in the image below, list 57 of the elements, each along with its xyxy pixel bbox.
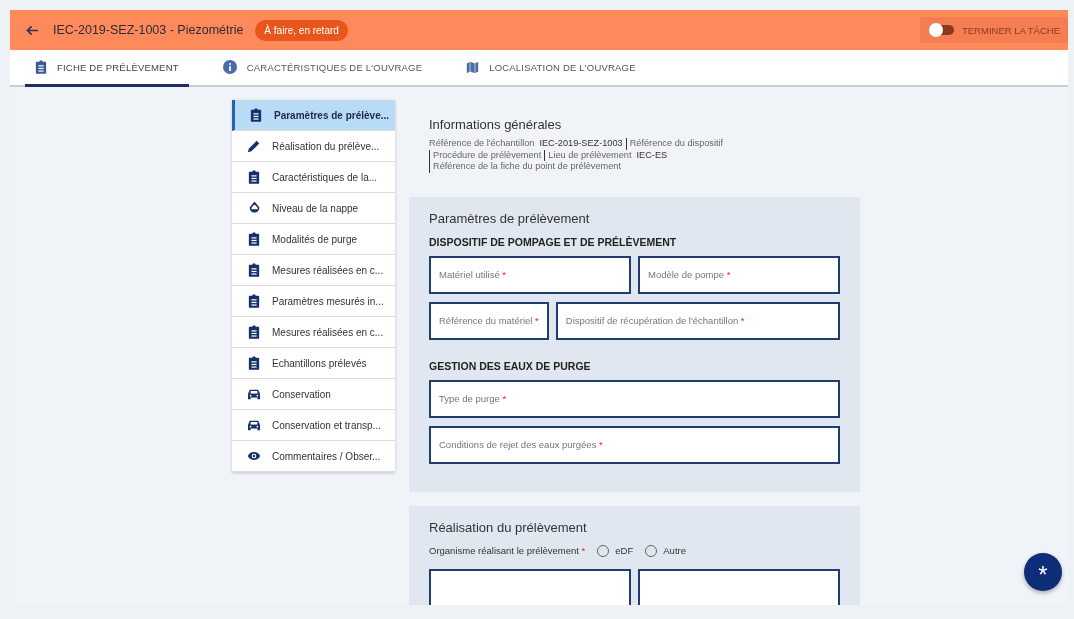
info-label: Référence de l'échantillon <box>429 138 535 148</box>
clipboard-icon <box>249 108 263 122</box>
field-label: Organisme réalisant le prélèvement * <box>429 545 586 556</box>
car-icon <box>247 388 261 400</box>
input-field[interactable]: Modèle de pompe * <box>638 255 840 294</box>
sidebar-item[interactable]: Conservation <box>232 379 395 410</box>
sidebar-item[interactable]: Réalisation du prélève... <box>232 131 395 162</box>
tab[interactable]: CARACTÉRISTIQUES DE L'OUVRAGE <box>212 50 433 87</box>
section-heading: DISPOSITIF DE POMPAGE ET DE PRÉLÈVEMENT <box>429 235 678 248</box>
sidebar-item[interactable]: Caractéristiques de la... <box>232 162 395 193</box>
sidebar-item[interactable]: Paramètres mesurés in... <box>232 286 395 317</box>
sidebar-item[interactable]: Mesures réalisées en c... <box>232 317 395 348</box>
clipboard-icon <box>247 170 261 184</box>
clipboard-icon <box>247 232 261 246</box>
info-label: Procédure de prélèvement <box>433 149 542 160</box>
option-label: eDF <box>615 545 634 556</box>
tab[interactable]: LOCALISATION DE L'OUVRAGE <box>456 50 646 87</box>
info-label: Référence de la fiche du point de prélèvement <box>433 161 621 171</box>
clipboard-icon <box>247 356 261 370</box>
fab-button[interactable]: * <box>1024 553 1062 591</box>
status-badge: À faire, en retard <box>255 19 348 41</box>
info-icon <box>222 60 237 74</box>
card-title: Paramètres de prélèvement <box>429 210 591 226</box>
input-field[interactable] <box>638 568 840 605</box>
option-label: Autre <box>663 545 686 556</box>
sidebar-item[interactable]: Echantillons prélevés <box>232 348 395 379</box>
back-arrow-icon[interactable] <box>26 24 39 36</box>
card-title: Réalisation du prélèvement <box>429 519 588 535</box>
sidebar-item[interactable]: Conservation et transp... <box>232 410 395 441</box>
input-field[interactable] <box>429 568 631 605</box>
tab[interactable]: FICHE DE PRÉLÈVEMENT <box>25 50 189 87</box>
input-field[interactable]: Dispositif de récupération de l'échantillon * <box>555 301 840 340</box>
input-field[interactable]: Conditions de rejet des eaux purgées * <box>429 425 840 464</box>
info-value: IEC-ES <box>636 149 668 160</box>
sidebar-item[interactable]: Commentaires / Obser... <box>232 441 395 472</box>
sidebar-item[interactable]: Paramètres de prélève... <box>232 100 395 131</box>
input-field[interactable]: Matériel utilisé * <box>429 255 631 294</box>
pencil-icon <box>247 139 261 153</box>
info-label: Référence du dispositif <box>629 138 724 148</box>
info-value: IEC-2019-SEZ-1003 <box>539 138 623 148</box>
input-field[interactable]: Type de purge * <box>429 379 840 418</box>
sidebar-item[interactable]: Niveau de la nappe <box>232 193 395 224</box>
sidebar-item[interactable]: Modalités de purge <box>232 224 395 255</box>
input-field[interactable]: Référence du matériel * <box>429 301 549 340</box>
clipboard-icon <box>247 263 261 277</box>
page-title: IEC-2019-SEZ-1003 - Piezométrie <box>53 23 244 37</box>
section-heading: GESTION DES EAUX DE PURGE <box>429 359 592 372</box>
sidebar-item[interactable]: Mesures réalisées en c... <box>232 255 395 286</box>
clipboard-icon <box>247 325 261 339</box>
clipboard-icon <box>35 60 47 74</box>
drop-icon <box>247 201 261 215</box>
clipboard-icon <box>247 294 261 308</box>
section-title: Informations générales <box>429 117 563 132</box>
eye-icon <box>247 451 261 461</box>
info-label: Lieu de prélèvement <box>548 149 632 160</box>
map-icon <box>466 60 480 74</box>
car-icon <box>247 419 261 431</box>
